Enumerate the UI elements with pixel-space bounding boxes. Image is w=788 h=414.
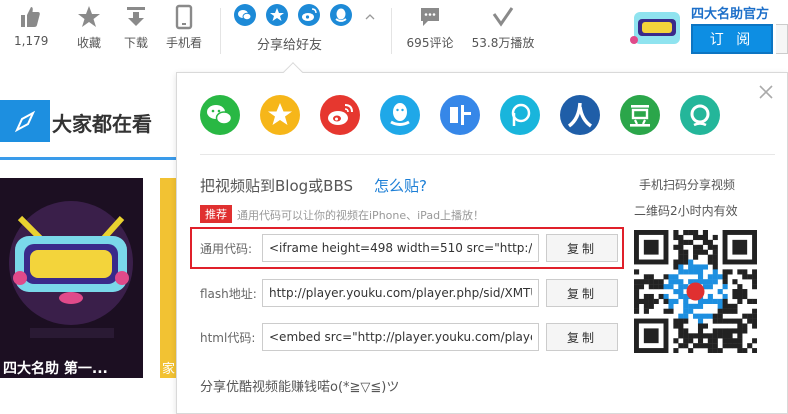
close-icon[interactable] xyxy=(758,84,774,100)
play-trend-icon xyxy=(492,7,514,27)
copy-html-code-button[interactable]: 复制 xyxy=(546,323,618,351)
share-earn-link[interactable]: 分享优酷视频能赚钱喏o(*≧▽≦)ツ xyxy=(200,376,399,395)
comments-count: 695评论 xyxy=(406,36,454,50)
comments-button[interactable]: 695评论 xyxy=(402,4,458,51)
flash-url-label: flash地址: xyxy=(200,287,257,301)
highlight-box xyxy=(190,227,624,269)
download-label: 下载 xyxy=(123,36,148,50)
mobile-label: 手机看 xyxy=(165,36,202,50)
toolbar-divider xyxy=(220,8,221,54)
blog-share-title: 把视频贴到Blog或BBS xyxy=(200,177,353,195)
douban-share-icon[interactable] xyxy=(620,95,660,135)
thumbs-up-icon xyxy=(21,7,40,27)
qzone-star-icon[interactable] xyxy=(266,4,288,26)
show-logo-art xyxy=(0,178,143,378)
html-code-row: html代码: 复制 xyxy=(200,323,620,351)
compass-icon xyxy=(14,110,36,133)
qzone-share-icon[interactable] xyxy=(260,95,300,135)
qr-validity: 二维码2小时内有效 xyxy=(634,204,738,218)
weibo-icon[interactable] xyxy=(298,4,320,26)
plays-count-item: 53.8万播放 xyxy=(467,4,539,51)
html-code-input[interactable] xyxy=(262,323,539,351)
thumbnail-2-title: 家 xyxy=(162,362,176,377)
favorite-label: 收藏 xyxy=(76,36,101,50)
download-icon xyxy=(127,7,145,26)
recommend-hint: 通用代码可以让你的视频在iPhone、iPad上播放！ xyxy=(237,209,485,222)
video-thumbnail[interactable] xyxy=(0,178,143,378)
paipai-share-icon[interactable] xyxy=(500,95,540,135)
toolbar-divider xyxy=(391,8,392,54)
channel-name[interactable]: 四大名助官方 xyxy=(691,3,769,22)
phone-icon xyxy=(175,4,193,30)
video-thumbnail-2[interactable] xyxy=(160,178,176,378)
howto-link[interactable]: 怎么贴? xyxy=(374,175,427,196)
favorite-button[interactable]: 收藏 xyxy=(72,4,106,51)
subscribe-button[interactable]: 订 阅 xyxy=(691,24,773,54)
like-count: 1,179 xyxy=(14,34,49,48)
popup-divider xyxy=(200,154,775,155)
wechat-share-icon[interactable] xyxy=(200,95,240,135)
section-title: 大家都在看 xyxy=(52,112,152,136)
qr-code xyxy=(634,230,758,354)
thumbnail-title[interactable]: 四大名助 第一... xyxy=(3,358,108,378)
qqweibo-share-icon[interactable] xyxy=(680,95,720,135)
section-icon-bar xyxy=(0,100,50,142)
flash-url-row: flash地址: 复制 xyxy=(200,279,620,307)
wechat-icon[interactable] xyxy=(234,4,256,26)
tieba-share-icon[interactable] xyxy=(440,95,480,135)
recommend-badge: 推荐 xyxy=(200,205,232,223)
qr-code-image xyxy=(634,230,758,354)
section-underline xyxy=(0,157,176,160)
qr-title: 手机扫码分享视频 xyxy=(639,178,736,192)
mobile-watch-button[interactable]: 手机看 xyxy=(162,4,206,51)
weibo-share-icon[interactable] xyxy=(320,95,360,135)
star-icon xyxy=(78,6,100,27)
plays-count: 53.8万播放 xyxy=(471,36,535,50)
chevron-up-icon[interactable] xyxy=(365,12,375,22)
html-code-label: html代码: xyxy=(200,331,256,345)
subscribe-extra-button[interactable] xyxy=(776,24,788,54)
qq-share-icon[interactable] xyxy=(380,95,420,135)
flash-url-input[interactable] xyxy=(262,279,539,307)
qq-icon[interactable] xyxy=(330,4,352,26)
comment-icon xyxy=(421,8,439,26)
like-button[interactable]: 1,179 xyxy=(14,4,49,48)
copy-flash-url-button[interactable]: 复制 xyxy=(546,279,618,307)
video-toolbar: 1,179 收藏 下载 手机看 分享给好友 695评论 53.8万播放 四大名助… xyxy=(0,0,788,62)
thumbnail-subtitle: 一档社交服务爆笑节目 xyxy=(3,381,124,395)
share-to-friends-label[interactable]: 分享给好友 xyxy=(257,34,322,53)
channel-avatar[interactable] xyxy=(630,10,684,46)
download-button[interactable]: 下载 xyxy=(119,4,153,51)
renren-share-icon[interactable] xyxy=(560,95,600,135)
